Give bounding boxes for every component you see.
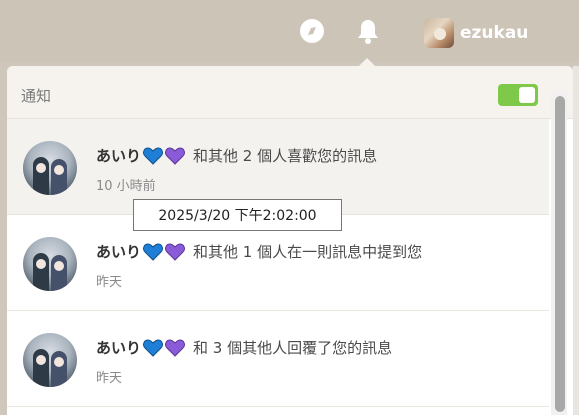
panel-title: 通知: [21, 87, 52, 105]
dropdown-caret: [359, 58, 375, 66]
avatar: [23, 141, 77, 195]
notification-time: 10 小時前: [96, 179, 156, 194]
notification-message: 和其他 2 個人喜歡您的訊息: [193, 147, 378, 165]
user-avatar: [424, 18, 454, 48]
notification-message: 和 3 個其他人回覆了您的訊息: [193, 339, 393, 357]
sender-name: あいり: [96, 339, 142, 357]
blue-heart-icon: [143, 338, 163, 357]
purple-heart-icon: [165, 242, 185, 261]
compass-icon[interactable]: [298, 17, 326, 45]
blue-heart-icon: [143, 242, 163, 261]
username: ezukau: [460, 23, 529, 43]
scrollbar-thumb[interactable]: [555, 96, 565, 412]
user-menu[interactable]: ezukau: [424, 18, 528, 48]
bell-icon[interactable]: [354, 17, 382, 45]
avatar: [23, 333, 77, 387]
sender-name: あいり: [96, 147, 142, 165]
top-bar: ezukau: [0, 0, 579, 62]
notifications-panel: 通知 あいり 和其他 2 個人喜歡您的訊息 10 小時前 あいり 和其他 1 個…: [7, 66, 573, 415]
notification-time: 昨天: [96, 371, 123, 386]
notification-item[interactable]: あいり 和 3 個其他人回覆了您的訊息 昨天: [7, 311, 549, 407]
toggle-knob: [519, 87, 535, 103]
notification-message: 和其他 1 個人在一則訊息中提到您: [193, 243, 423, 261]
notifications-toggle[interactable]: [498, 84, 538, 106]
timestamp-tooltip: 2025/3/20 下午2:02:00: [133, 199, 342, 231]
blue-heart-icon: [143, 146, 163, 165]
purple-heart-icon: [165, 146, 185, 165]
page-edge: [573, 66, 579, 415]
sender-name: あいり: [96, 243, 142, 261]
purple-heart-icon: [165, 338, 185, 357]
panel-header: 通知: [7, 66, 573, 119]
notification-time: 昨天: [96, 275, 123, 290]
avatar: [23, 237, 77, 291]
